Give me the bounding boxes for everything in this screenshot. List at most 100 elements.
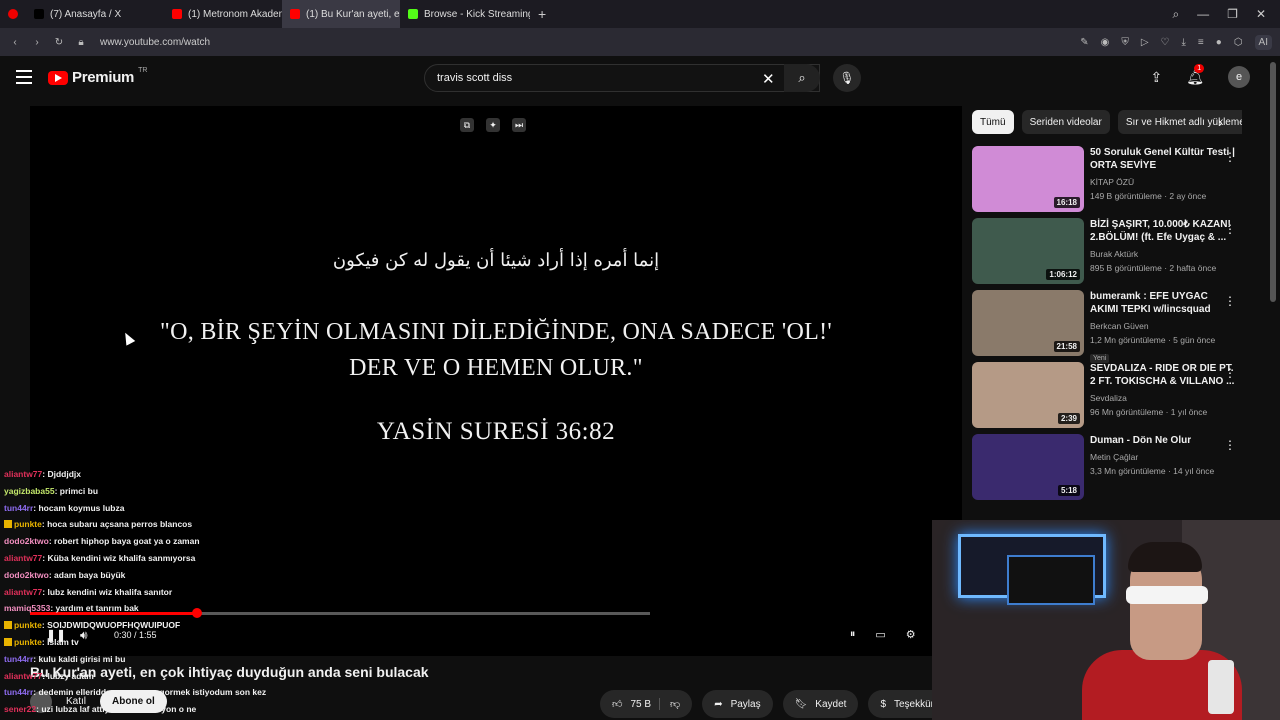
chat-username[interactable]: sener22	[4, 704, 36, 714]
more-options-icon[interactable]: ⋮	[1224, 438, 1236, 452]
save-button[interactable]: 🔖︎ Kaydet	[782, 690, 859, 718]
filter-chip[interactable]: Sır ve Hikmet adlı yüklemeler	[1117, 110, 1242, 134]
search-tabs-icon[interactable]: ⌕	[1172, 7, 1179, 22]
tab-label: (1) Metronom Akademi -	[188, 8, 282, 20]
video-duration: 21:58	[1053, 341, 1080, 352]
recommended-title[interactable]: BİZİ ŞAŞIRT, 10.000₺ KAZAN! 2.BÖLÜM! (ft…	[1090, 218, 1238, 244]
chat-username[interactable]: aliantw77	[4, 587, 42, 597]
video-thumbnail[interactable]: 16:18	[972, 146, 1084, 212]
thumbs-down-icon[interactable]: 👎︎	[659, 698, 680, 710]
search-button[interactable]: ⌕	[784, 64, 820, 92]
recommended-video[interactable]: 1:06:12 BİZİ ŞAŞIRT, 10.000₺ KAZAN! 2.BÖL…	[972, 218, 1252, 290]
ai-button[interactable]: AI	[1254, 34, 1272, 50]
new-tab-button[interactable]: +	[530, 6, 554, 22]
browser-menu-icon[interactable]	[0, 0, 26, 28]
browser-tab[interactable]: (1) Bu Kur'an ayeti, en	[282, 0, 400, 28]
miniplayer-icon[interactable]: ⧉	[460, 118, 474, 132]
autoplay-toggle-icon[interactable]: ⏸︎	[850, 628, 856, 641]
browser-tab[interactable]: Browse - Kick Streaming	[400, 0, 530, 28]
more-options-icon[interactable]: ⋮	[1224, 294, 1236, 308]
hamburger-menu-icon[interactable]	[16, 70, 32, 84]
maximize-icon[interactable]: ❐	[1227, 7, 1238, 21]
extension-icon[interactable]: ⬡	[1234, 37, 1243, 48]
sparkle-icon[interactable]: ✦	[486, 118, 500, 132]
video-duration: 16:18	[1053, 197, 1080, 208]
arabic-verse: إنما أمره إذا أراد شيئا أن يقول له كن في…	[332, 250, 660, 271]
download-icon[interactable]: ⤓	[1182, 37, 1186, 48]
minimize-icon[interactable]: —	[1197, 7, 1209, 21]
camera-icon[interactable]: ◉	[1101, 37, 1110, 48]
recommended-video[interactable]: 2:39 SEVDALIZA - RIDE OR DIE PT. 2 FT. TO…	[972, 362, 1252, 434]
recommended-channel[interactable]: Metin Çağlar	[1090, 450, 1238, 464]
more-options-icon[interactable]: ⋮	[1224, 222, 1236, 236]
recommended-title[interactable]: 50 Soruluk Genel Kültür Testi | ORTA SEV…	[1090, 146, 1238, 172]
reload-icon[interactable]: ↻	[48, 37, 70, 48]
recommended-title[interactable]: SEVDALIZA - RIDE OR DIE PT. 2 FT. TOKISC…	[1090, 362, 1238, 388]
translation-line-1: "O, BİR ŞEYİN OLMASINI DİLEDİĞİNDE, ONA …	[160, 319, 832, 345]
account-avatar[interactable]: e	[1228, 66, 1250, 88]
voice-search-button[interactable]: 🎙︎	[833, 64, 861, 92]
video-duration: 5:18	[1057, 485, 1080, 496]
url-field[interactable]: www.youtube.com/watch	[100, 37, 210, 48]
heart-icon[interactable]: ♡	[1161, 37, 1170, 48]
youtube-play-icon	[48, 70, 68, 85]
edit-icon[interactable]: ✎	[1080, 37, 1088, 48]
chat-username[interactable]: tun44rr	[4, 654, 33, 664]
chat-username[interactable]: punkte	[14, 637, 42, 647]
chat-username[interactable]: dodo2ktwo	[4, 570, 49, 580]
chat-username[interactable]: mamiq5353	[4, 603, 50, 613]
close-window-icon[interactable]: ✕	[1256, 7, 1266, 21]
more-options-icon[interactable]: ⋮	[1224, 366, 1236, 380]
chat-username[interactable]: dodo2ktwo	[4, 536, 49, 546]
skip-icon[interactable]: ⏭︎	[512, 118, 526, 132]
recommended-channel[interactable]: KİTAP ÖZÜ	[1090, 175, 1238, 189]
recommended-title[interactable]: Duman - Dön Ne Olur	[1090, 434, 1238, 447]
profile-icon[interactable]: ●	[1216, 37, 1222, 48]
back-icon[interactable]: ‹	[4, 37, 26, 48]
video-thumbnail[interactable]: 1:06:12	[972, 218, 1084, 284]
settings-icon[interactable]: ⚙︎	[906, 628, 916, 641]
subtitles-icon[interactable]: ▭	[875, 628, 885, 641]
recommended-video[interactable]: 21:58 bumeramk : EFE UYGAC AKIMI TEPKI w/…	[972, 290, 1252, 363]
translation-line-2: DER VE O HEMEN OLUR."	[349, 355, 643, 381]
chat-username[interactable]: aliantw77	[4, 671, 42, 681]
chat-message: punkte: İslam tv	[4, 634, 364, 651]
page-scrollbar[interactable]	[1270, 62, 1276, 302]
video-thumbnail[interactable]: 21:58	[972, 290, 1084, 356]
forward-icon[interactable]: ›	[26, 37, 48, 48]
chat-message: punkte: SOIJDWIDQWUOPFHQWUIPUOF	[4, 617, 364, 634]
filter-chip[interactable]: Seriden videolar	[1021, 110, 1110, 134]
chat-username[interactable]: aliantw77	[4, 553, 42, 563]
notifications-button[interactable]: 🔔︎ 1	[1186, 63, 1205, 86]
clear-search-icon[interactable]: ✕	[762, 70, 775, 88]
video-thumbnail[interactable]: 5:18	[972, 434, 1084, 500]
chat-username[interactable]: tun44rr	[4, 503, 33, 513]
filter-chip[interactable]: Tümü	[972, 110, 1014, 134]
recommended-channel[interactable]: Sevdaliza	[1090, 391, 1238, 405]
share-button[interactable]: ➦ Paylaş	[702, 690, 773, 718]
browser-tab[interactable]: (1) Metronom Akademi -	[164, 0, 282, 28]
chat-username[interactable]: punkte	[14, 620, 42, 630]
recommended-video[interactable]: 16:18 50 Soruluk Genel Kültür Testi | ORT…	[972, 146, 1252, 218]
shield-icon[interactable]: ⛨	[1121, 37, 1129, 48]
search-input[interactable]: travis scott diss	[424, 64, 820, 92]
chat-text: : Küba kendini wiz khalifa sanmıyorsa	[42, 552, 196, 563]
youtube-premium-logo[interactable]: Premium TR	[48, 67, 147, 86]
recommended-title[interactable]: bumeramk : EFE UYGAC AKIMI TEPKI w/lincs…	[1090, 290, 1238, 316]
list-icon[interactable]: ≡	[1198, 37, 1204, 48]
browser-tab[interactable]: (7) Anasayfa / X	[26, 0, 164, 28]
like-button[interactable]: 👍︎ 75 B 👎︎	[600, 690, 693, 718]
chat-username[interactable]: tun44rr	[4, 687, 33, 697]
tab-favicon-icon	[408, 9, 418, 19]
upload-icon[interactable]: ⇪	[1150, 69, 1162, 86]
recommended-video[interactable]: 5:18 Duman - Dön Ne Olur Metin Çağlar 3,3 M…	[972, 434, 1252, 506]
more-options-icon[interactable]: ⋮	[1224, 150, 1236, 164]
chevron-right-icon[interactable]: ›	[1218, 114, 1223, 130]
recommended-channel[interactable]: Berkcan Güven	[1090, 319, 1238, 333]
chat-username[interactable]: yagizbaba55	[4, 486, 55, 496]
chat-username[interactable]: punkte	[14, 519, 42, 529]
play-icon[interactable]: ▷	[1141, 37, 1149, 48]
recommended-channel[interactable]: Burak Aktürk	[1090, 247, 1238, 261]
video-thumbnail[interactable]: 2:39	[972, 362, 1084, 428]
chat-username[interactable]: aliantw77	[4, 469, 42, 479]
